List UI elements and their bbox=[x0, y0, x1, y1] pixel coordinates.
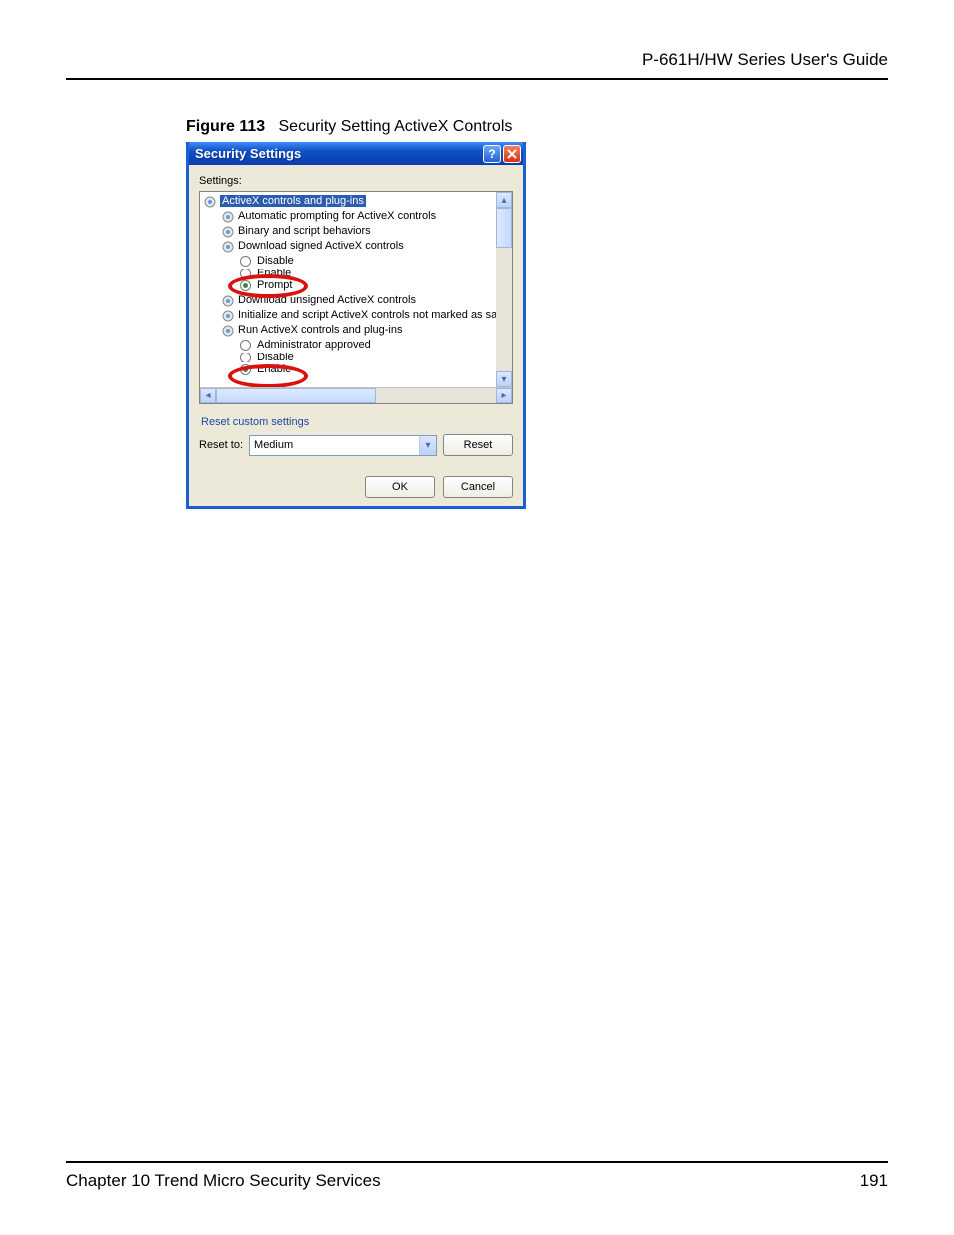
combo-value: Medium bbox=[254, 439, 293, 451]
gear-icon bbox=[222, 325, 234, 337]
radio-label: Prompt bbox=[257, 278, 292, 293]
chevron-down-icon[interactable]: ▾ bbox=[419, 436, 436, 455]
radio-admin[interactable] bbox=[240, 340, 251, 351]
scroll-down-button[interactable]: ▾ bbox=[496, 371, 512, 387]
scroll-up-button[interactable]: ▴ bbox=[496, 192, 512, 208]
vertical-scrollbar[interactable]: ▴ ▾ bbox=[496, 192, 512, 387]
scroll-left-button[interactable]: ◂ bbox=[200, 388, 216, 403]
radio-enable[interactable] bbox=[240, 364, 251, 375]
tree-item[interactable]: Run ActiveX controls and plug-ins bbox=[238, 323, 402, 338]
radio-label: Enable bbox=[257, 362, 291, 377]
radio-label: Disable bbox=[257, 353, 294, 362]
reset-button[interactable]: Reset bbox=[443, 434, 513, 456]
figure-caption: Figure 113 Security Setting ActiveX Cont… bbox=[186, 118, 888, 136]
radio-label: Enable bbox=[257, 269, 291, 278]
gear-icon bbox=[222, 226, 234, 238]
radio-label: Disable bbox=[257, 254, 294, 269]
tree-item[interactable]: Download unsigned ActiveX controls bbox=[238, 293, 416, 308]
gear-icon bbox=[222, 310, 234, 322]
tree-item[interactable]: Download signed ActiveX controls bbox=[238, 239, 404, 254]
radio-disable[interactable] bbox=[240, 256, 251, 267]
figure-number: Figure 113 bbox=[186, 118, 265, 135]
tree-item[interactable]: Initialize and script ActiveX controls n… bbox=[238, 308, 506, 323]
dialog-title: Security Settings bbox=[195, 146, 481, 161]
tree-root[interactable]: ActiveX controls and plug-ins bbox=[220, 194, 366, 209]
radio-disable[interactable] bbox=[240, 353, 251, 362]
reset-group-label: Reset custom settings bbox=[201, 416, 513, 428]
close-button[interactable] bbox=[503, 145, 521, 163]
radio-enable[interactable] bbox=[240, 269, 251, 278]
radio-label: Administrator approved bbox=[257, 338, 371, 353]
scroll-thumb[interactable] bbox=[216, 388, 376, 403]
help-button[interactable]: ? bbox=[483, 145, 501, 163]
gear-icon bbox=[204, 196, 216, 208]
footer-page-number: 191 bbox=[860, 1171, 888, 1191]
settings-label: Settings: bbox=[199, 175, 513, 187]
scroll-thumb[interactable] bbox=[496, 208, 512, 248]
document-header: P-661H/HW Series User's Guide bbox=[66, 50, 888, 80]
scroll-right-button[interactable]: ▸ bbox=[496, 388, 512, 403]
tree-item[interactable]: Automatic prompting for ActiveX controls bbox=[238, 209, 436, 224]
dialog-titlebar[interactable]: Security Settings ? bbox=[189, 142, 523, 165]
reset-to-label: Reset to: bbox=[199, 439, 243, 451]
horizontal-scrollbar[interactable]: ◂ ▸ bbox=[200, 387, 512, 403]
reset-level-combobox[interactable]: Medium ▾ bbox=[249, 435, 437, 456]
tree-item[interactable]: Binary and script behaviors bbox=[238, 224, 371, 239]
radio-prompt[interactable] bbox=[240, 280, 251, 291]
gear-icon bbox=[222, 211, 234, 223]
ok-button[interactable]: OK bbox=[365, 476, 435, 498]
security-settings-dialog: Security Settings ? Settings: ActiveX co… bbox=[186, 142, 526, 509]
footer-chapter: Chapter 10 Trend Micro Security Services bbox=[66, 1171, 381, 1191]
figure-title: Security Setting ActiveX Controls bbox=[279, 118, 513, 135]
settings-tree[interactable]: ActiveX controls and plug-ins Automatic … bbox=[199, 191, 513, 404]
gear-icon bbox=[222, 241, 234, 253]
cancel-button[interactable]: Cancel bbox=[443, 476, 513, 498]
gear-icon bbox=[222, 295, 234, 307]
